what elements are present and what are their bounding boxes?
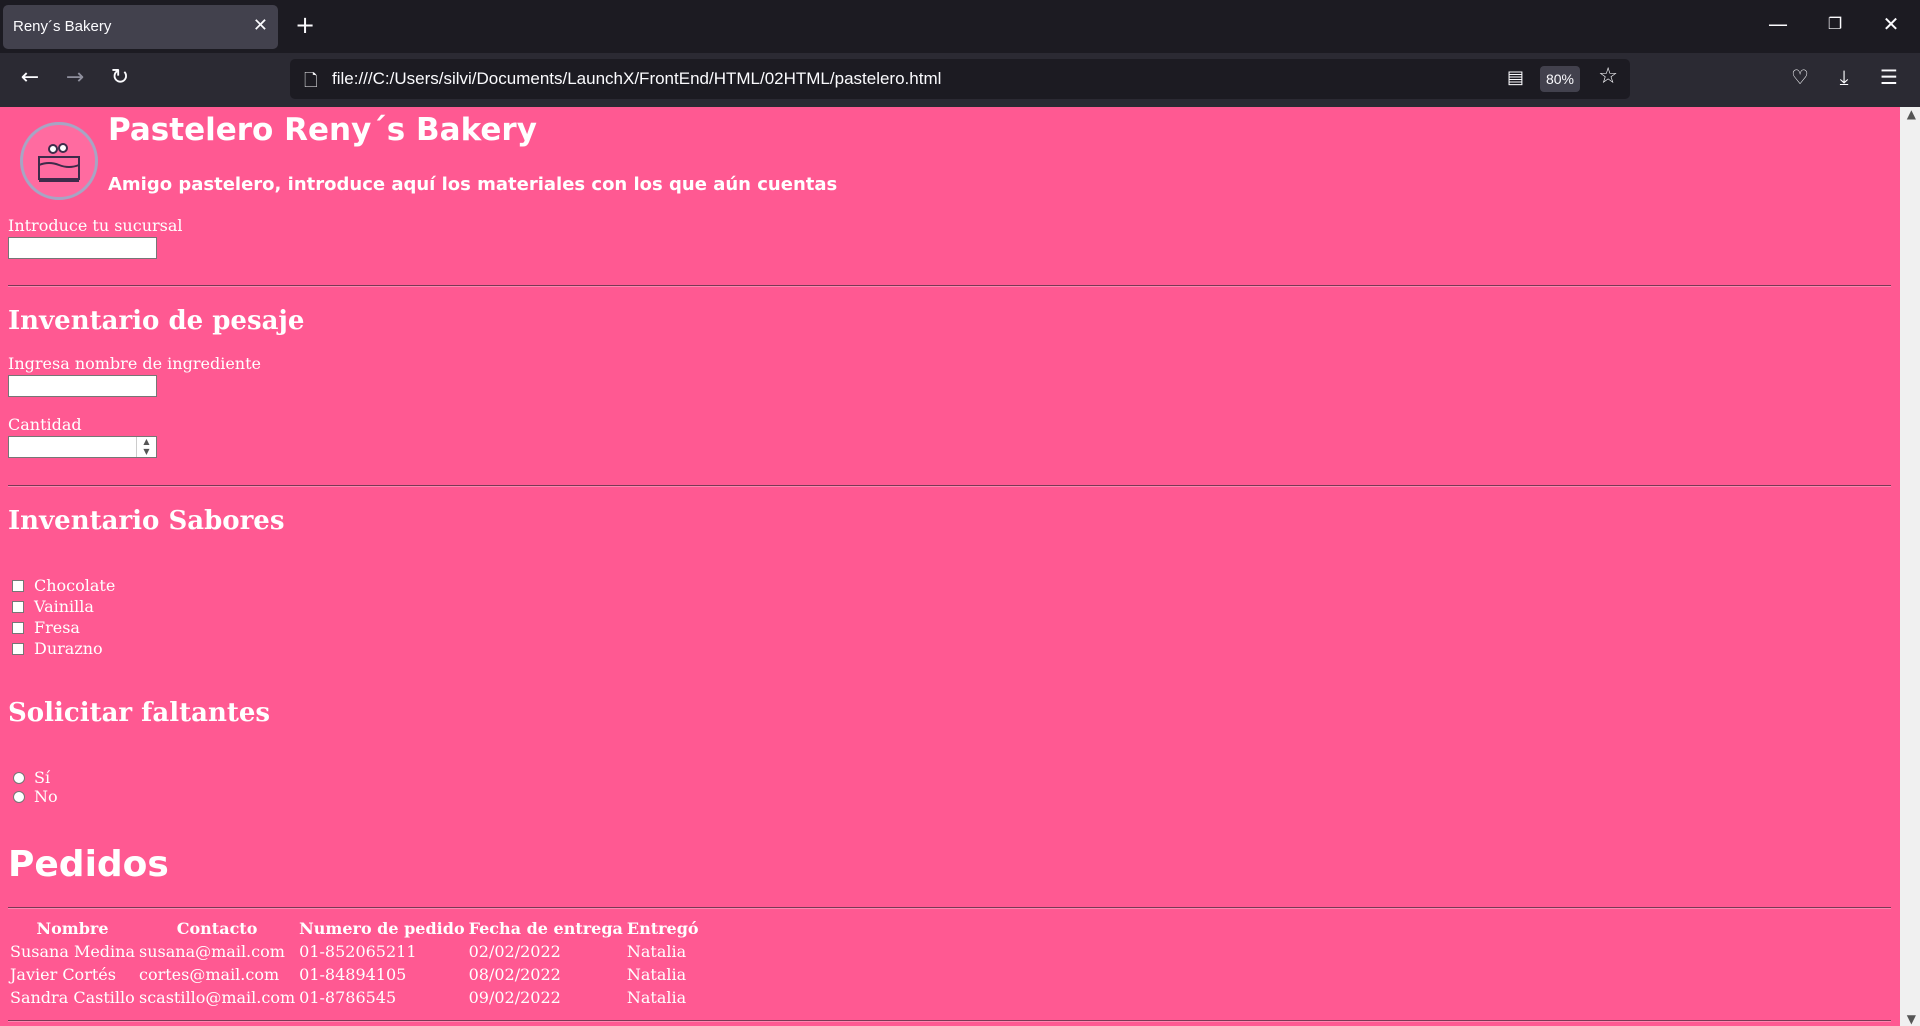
table-row: Sandra Castillo scastillo@mail.com 01-87…	[8, 986, 701, 1009]
table-row: Javier Cortés cortes@mail.com 01-8489410…	[8, 963, 701, 986]
option-label: Durazno	[34, 639, 103, 658]
option-label: Chocolate	[34, 576, 116, 595]
url-bar[interactable]: 🗋 file:///C:/Users/silvi/Documents/Launc…	[290, 59, 1630, 99]
tab-strip: Reny´s Bakery ✕ + — ❐ ✕	[0, 0, 1920, 53]
sucursal-input[interactable]	[8, 237, 157, 259]
column-header: Contacto	[176, 919, 258, 938]
divider	[8, 907, 1891, 909]
pedidos-table: Nombre Contacto Numero de pedido Fecha d…	[8, 917, 701, 1009]
menu-icon[interactable]: ☰	[1874, 65, 1904, 89]
new-tab-icon[interactable]: +	[295, 12, 315, 38]
cell-entrego: Natalia	[626, 988, 687, 1007]
checkbox[interactable]	[12, 622, 24, 634]
table-header-row: Nombre Contacto Numero de pedido Fecha d…	[8, 917, 701, 940]
ingredient-label: Ingresa nombre de ingrediente	[8, 354, 261, 373]
divider	[8, 285, 1891, 287]
restore-icon[interactable]: ❐	[1815, 14, 1855, 33]
pesaje-heading: Inventario de pesaje	[8, 306, 305, 336]
cell-numero: 01-84894105	[299, 965, 407, 984]
cell-entrego: Natalia	[626, 965, 687, 984]
option-label: No	[34, 787, 58, 806]
cell-contacto: susana@mail.com	[139, 942, 285, 961]
reload-icon[interactable]: ↻	[105, 65, 135, 90]
browser-tab[interactable]: Reny´s Bakery ✕	[3, 5, 278, 49]
cell-numero: 01-852065211	[299, 942, 417, 961]
quantity-stepper[interactable]: ▲ ▼	[8, 436, 157, 458]
divider	[8, 1020, 1891, 1022]
bakery-logo	[20, 122, 98, 200]
reader-view-icon[interactable]: ▤	[1507, 67, 1524, 88]
close-tab-icon[interactable]: ✕	[253, 15, 268, 36]
column-header: Fecha de entrega	[468, 919, 623, 938]
checkbox[interactable]	[12, 580, 24, 592]
vertical-scrollbar[interactable]: ▲ ▼	[1900, 107, 1920, 1026]
cell-nombre: Susana Medina	[10, 942, 135, 961]
cell-fecha: 08/02/2022	[468, 965, 561, 984]
nav-toolbar: ← → ↻ 🗋 file:///C:/Users/silvi/Documents…	[0, 53, 1920, 107]
cell-fecha: 02/02/2022	[468, 942, 561, 961]
url-text[interactable]: file:///C:/Users/silvi/Documents/LaunchX…	[332, 69, 941, 89]
minimize-icon[interactable]: —	[1758, 12, 1798, 36]
download-icon[interactable]: ⤓	[1829, 65, 1859, 89]
quantity-label: Cantidad	[8, 415, 82, 434]
option-label: Fresa	[34, 618, 80, 637]
bookmark-star-icon[interactable]: ☆	[1598, 64, 1618, 89]
pedidos-heading: Pedidos	[8, 844, 169, 885]
close-window-icon[interactable]: ✕	[1871, 12, 1911, 36]
cell-contacto: cortes@mail.com	[139, 965, 280, 984]
checkbox[interactable]	[12, 643, 24, 655]
column-header: Numero de pedido	[299, 919, 465, 938]
column-header: Entregó	[626, 919, 699, 938]
cell-fecha: 09/02/2022	[468, 988, 561, 1007]
option-label: Sí	[34, 768, 51, 787]
back-icon[interactable]: ←	[15, 65, 45, 90]
pocket-icon[interactable]: ♡	[1785, 65, 1815, 89]
column-header: Nombre	[36, 919, 109, 938]
scroll-up-icon[interactable]: ▲	[1907, 107, 1916, 121]
cell-nombre: Sandra Castillo	[10, 988, 135, 1007]
scroll-down-icon[interactable]: ▼	[1907, 1012, 1916, 1026]
zoom-level[interactable]: 80%	[1539, 66, 1580, 92]
cell-nombre: Javier Cortés	[10, 965, 116, 984]
cake-icon	[38, 143, 80, 182]
faltantes-heading: Solicitar faltantes	[8, 698, 271, 728]
cell-entrego: Natalia	[626, 942, 687, 961]
sabores-heading: Inventario Sabores	[8, 506, 285, 536]
table-row: Susana Medina susana@mail.com 01-8520652…	[8, 940, 701, 963]
radio[interactable]	[13, 791, 25, 803]
radio[interactable]	[13, 772, 25, 784]
tab-title: Reny´s Bakery	[13, 18, 112, 35]
page-subtitle: Amigo pastelero, introduce aquí los mate…	[108, 174, 838, 195]
page-icon: 🗋	[304, 71, 318, 91]
divider	[8, 485, 1891, 487]
ingredient-input[interactable]	[8, 375, 157, 397]
checkbox[interactable]	[12, 601, 24, 613]
page-content: Pastelero Reny´s Bakery Amigo pastelero,…	[0, 107, 1920, 1026]
cell-numero: 01-8786545	[299, 988, 397, 1007]
forward-icon[interactable]: →	[60, 65, 90, 90]
stepper-arrows-icon[interactable]: ▲ ▼	[136, 437, 156, 457]
cell-contacto: scastillo@mail.com	[139, 988, 296, 1007]
page-title: Pastelero Reny´s Bakery	[108, 112, 537, 148]
option-label: Vainilla	[34, 597, 94, 616]
sucursal-label: Introduce tu sucursal	[8, 216, 183, 235]
